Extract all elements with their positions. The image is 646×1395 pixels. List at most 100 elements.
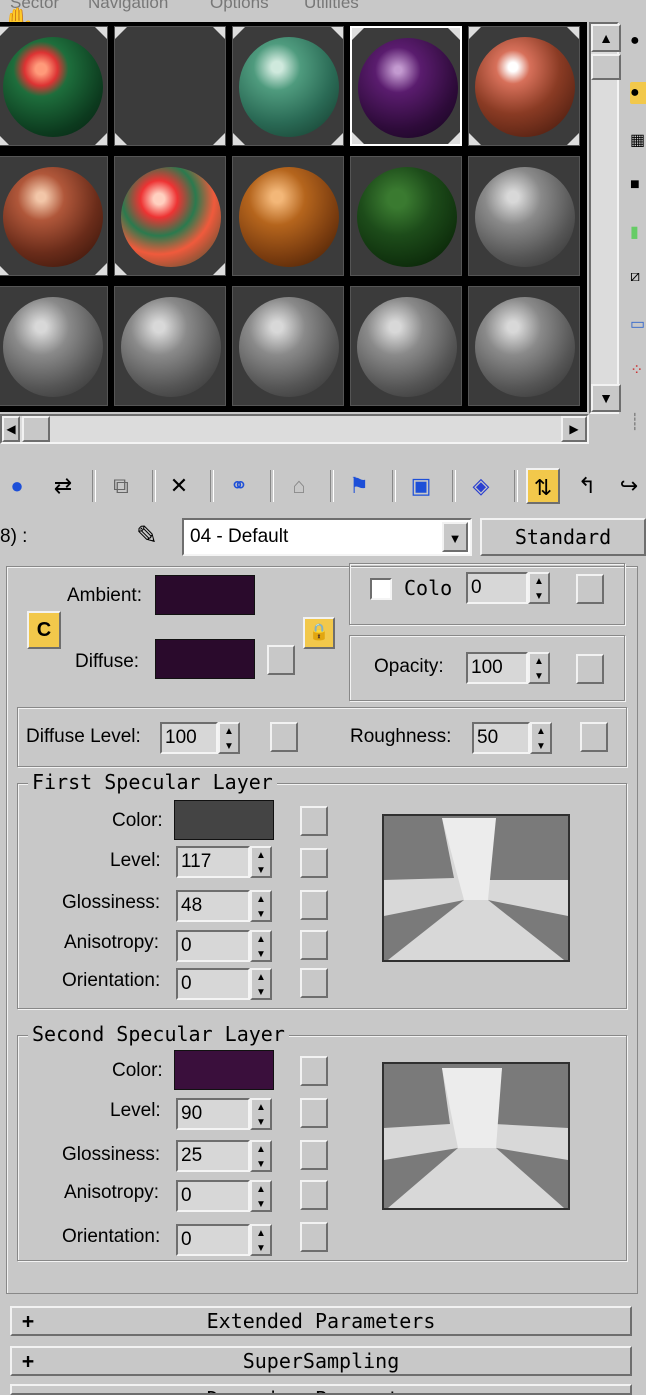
hscroll-thumb[interactable]	[22, 416, 50, 442]
sample-uv-tiling-icon[interactable]: ■	[630, 174, 646, 196]
options-icon[interactable]: ▭	[630, 314, 646, 336]
extended-parameters-rollout[interactable]: + Extended Parameters	[10, 1306, 632, 1336]
go-to-parent-icon[interactable]: ⇅	[526, 468, 560, 504]
spec2-level-map-button[interactable]	[300, 1098, 328, 1128]
self-illum-color-checkbox[interactable]	[370, 578, 392, 600]
diffuse-level-map-button[interactable]	[270, 722, 298, 752]
spec1-glossiness-spinner[interactable]: 48 ▲ ▼	[176, 890, 272, 922]
spec2-anisotropy-map-button[interactable]	[300, 1180, 328, 1210]
material-navigator-icon[interactable]: ┊	[630, 412, 646, 434]
put-to-library-icon[interactable]: ⌂	[282, 468, 316, 504]
self-illum-spinner[interactable]: 0 ▲ ▼	[466, 572, 550, 604]
material-slot-1[interactable]	[0, 26, 108, 146]
material-slot-9[interactable]	[350, 156, 462, 276]
spec2-color-map-button[interactable]	[300, 1056, 328, 1086]
material-type-button[interactable]: Standard	[480, 518, 646, 556]
ambient-color-swatch[interactable]	[155, 575, 255, 615]
spec2-color-swatch[interactable]	[174, 1050, 274, 1090]
get-material-icon[interactable]: ●	[0, 468, 34, 504]
menu-utilities[interactable]: Utilities	[304, 0, 359, 13]
go-forward-sibling-icon[interactable]: ↰	[570, 468, 604, 504]
material-slot-3[interactable]	[232, 26, 344, 146]
spinner-arrows-icon[interactable]: ▲ ▼	[528, 572, 550, 604]
spec1-anisotropy-map-button[interactable]	[300, 930, 328, 960]
slot-horizontal-scrollbar[interactable]: ◀ ▶	[0, 414, 589, 444]
assign-to-selection-icon[interactable]: ⧉	[104, 468, 138, 504]
spec2-anisotropy-value[interactable]: 0	[176, 1180, 250, 1212]
spec2-glossiness-value[interactable]: 25	[176, 1140, 250, 1172]
spinner-arrows-icon[interactable]: ▲ ▼	[250, 890, 272, 922]
menu-options[interactable]: Options	[210, 0, 269, 13]
lock-ambient-diffuse-icon[interactable]: C	[27, 611, 61, 649]
material-slot-15[interactable]	[468, 286, 580, 406]
spec1-anisotropy-spinner[interactable]: 0 ▲ ▼	[176, 930, 272, 962]
material-effects-channel-icon[interactable]: ⚑	[342, 468, 376, 504]
scroll-thumb[interactable]	[591, 54, 621, 80]
opacity-spinner[interactable]: 100 ▲ ▼	[466, 652, 550, 684]
show-end-result-icon[interactable]: ◈	[464, 468, 498, 504]
spec2-level-spinner[interactable]: 90 ▲ ▼	[176, 1098, 272, 1130]
spinner-arrows-icon[interactable]: ▲ ▼	[530, 722, 552, 754]
dynamics-parameters-rollout[interactable]: Dynamics Parameters	[10, 1384, 632, 1395]
lock-diffuse-map-icon[interactable]: 🔒	[303, 617, 335, 649]
opacity-map-button[interactable]	[576, 654, 604, 684]
roughness-spinner[interactable]: 50 ▲ ▼	[472, 722, 552, 754]
spinner-arrows-icon[interactable]: ▲ ▼	[528, 652, 550, 684]
diffuse-level-spinner[interactable]: 100 ▲ ▼	[160, 722, 240, 754]
spinner-arrows-icon[interactable]: ▲ ▼	[250, 1098, 272, 1130]
backlight-icon[interactable]: ●	[630, 82, 646, 104]
material-slot-5[interactable]	[468, 26, 580, 146]
video-color-check-icon[interactable]: ▮	[630, 222, 646, 244]
roughness-map-button[interactable]	[580, 722, 608, 752]
spinner-arrows-icon[interactable]: ▲ ▼	[250, 968, 272, 1000]
slot-vertical-scrollbar[interactable]: ▲ ▼	[589, 22, 621, 414]
spec2-orientation-value[interactable]: 0	[176, 1224, 250, 1256]
spec1-color-swatch[interactable]	[174, 800, 274, 840]
scroll-up-button[interactable]: ▲	[591, 24, 621, 52]
spec1-glossiness-map-button[interactable]	[300, 890, 328, 920]
put-to-scene-icon[interactable]: ⇄	[46, 468, 80, 504]
diffuse-map-button[interactable]	[267, 645, 295, 675]
opacity-value[interactable]: 100	[466, 652, 528, 684]
material-slot-10[interactable]	[468, 156, 580, 276]
diffuse-level-value[interactable]: 100	[160, 722, 218, 754]
spec2-anisotropy-spinner[interactable]: 0 ▲ ▼	[176, 1180, 272, 1212]
background-checker-icon[interactable]: ▦	[630, 130, 646, 152]
spinner-arrows-icon[interactable]: ▲ ▼	[250, 930, 272, 962]
menu-navigation[interactable]: Navigation	[88, 0, 168, 13]
reset-map-icon[interactable]: ✕	[162, 468, 196, 504]
material-slot-4[interactable]	[350, 26, 462, 146]
spec1-orientation-spinner[interactable]: 0 ▲ ▼	[176, 968, 272, 1000]
select-by-material-icon[interactable]: ⁘	[630, 360, 646, 382]
spec2-orientation-spinner[interactable]: 0 ▲ ▼	[176, 1224, 272, 1256]
spec1-orientation-value[interactable]: 0	[176, 968, 250, 1000]
material-slot-7[interactable]	[114, 156, 226, 276]
material-name-field[interactable]: 04 - Default ▼	[182, 518, 472, 556]
spec2-glossiness-map-button[interactable]	[300, 1140, 328, 1170]
spec2-orientation-map-button[interactable]	[300, 1222, 328, 1252]
roughness-value[interactable]: 50	[472, 722, 530, 754]
spinner-arrows-icon[interactable]: ▲ ▼	[250, 1180, 272, 1212]
material-slot-14[interactable]	[350, 286, 462, 406]
spec1-anisotropy-value[interactable]: 0	[176, 930, 250, 962]
show-map-in-viewport-icon[interactable]: ▣	[404, 468, 438, 504]
pick-material-icon[interactable]: ↪	[612, 468, 646, 504]
material-slot-11[interactable]	[0, 286, 108, 406]
supersampling-rollout[interactable]: + SuperSampling	[10, 1346, 632, 1376]
material-slot-12[interactable]	[114, 286, 226, 406]
make-unique-icon[interactable]: ⚭	[222, 468, 256, 504]
spinner-arrows-icon[interactable]: ▲ ▼	[218, 722, 240, 754]
spinner-arrows-icon[interactable]: ▲ ▼	[250, 1224, 272, 1256]
spec1-glossiness-value[interactable]: 48	[176, 890, 250, 922]
spinner-arrows-icon[interactable]: ▲ ▼	[250, 1140, 272, 1172]
material-slot-13[interactable]	[232, 286, 344, 406]
scroll-left-button[interactable]: ◀	[2, 416, 20, 442]
spec1-level-map-button[interactable]	[300, 848, 328, 878]
scroll-right-button[interactable]: ▶	[561, 416, 587, 442]
self-illum-map-button[interactable]	[576, 574, 604, 604]
chevron-down-icon[interactable]: ▼	[442, 522, 468, 552]
material-slot-8[interactable]	[232, 156, 344, 276]
eyedropper-icon[interactable]: ✎	[136, 520, 158, 551]
scroll-down-button[interactable]: ▼	[591, 384, 621, 412]
sample-type-sphere-icon[interactable]: ●	[630, 30, 646, 52]
